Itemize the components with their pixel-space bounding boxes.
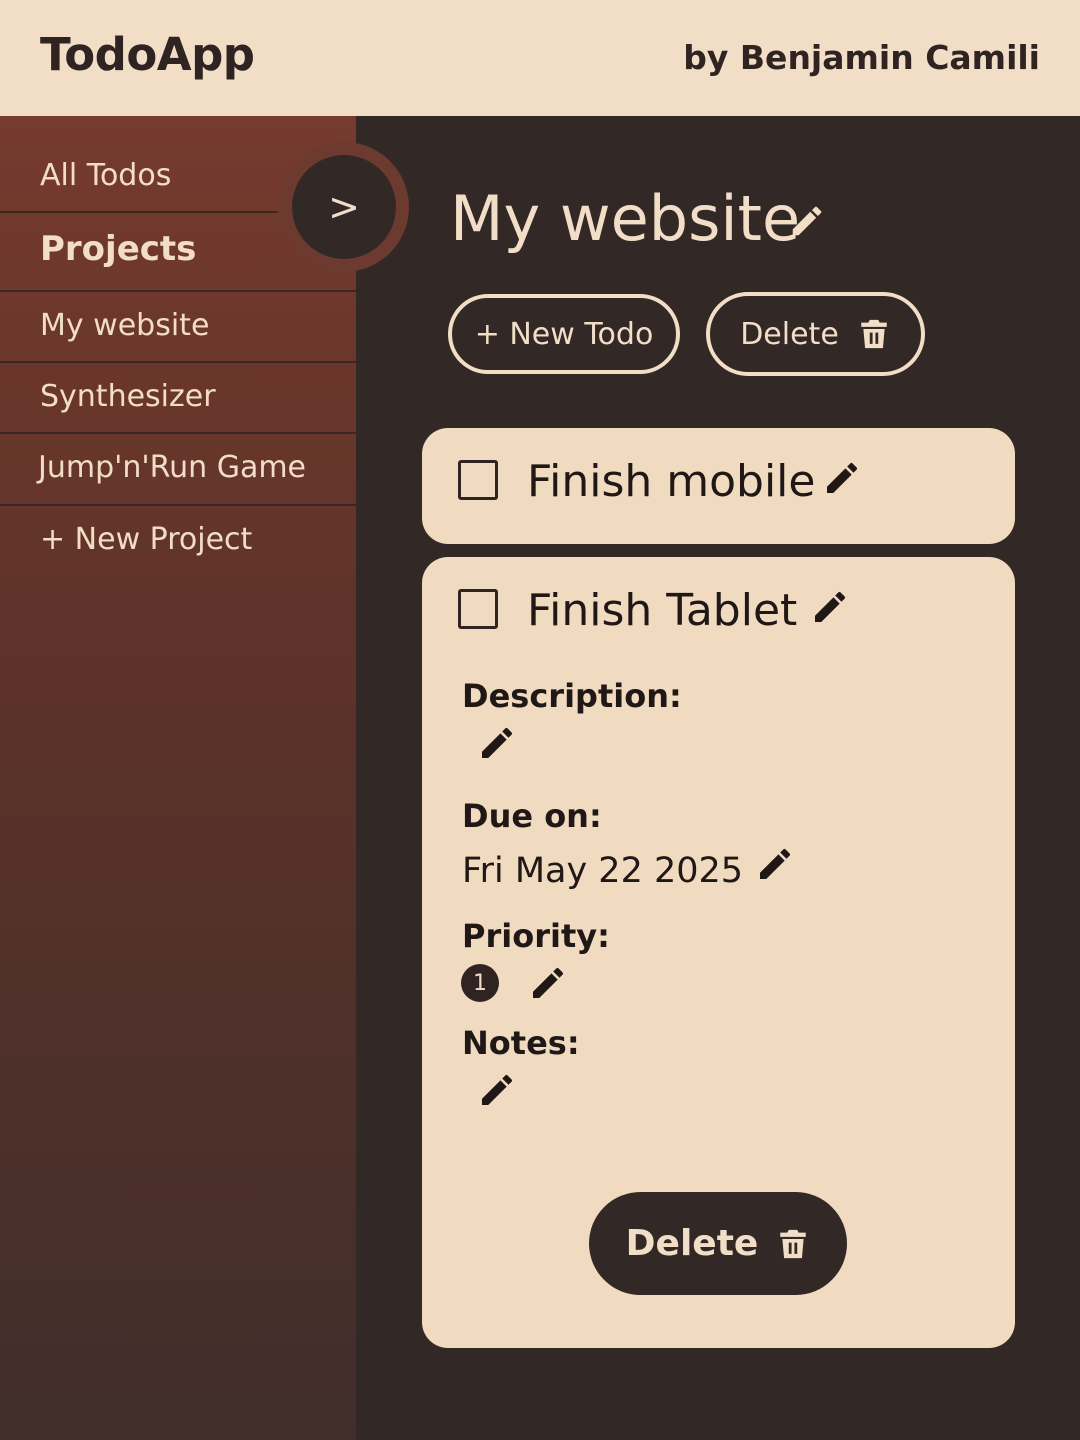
edit-project-title-pencil-icon[interactable] (788, 202, 826, 240)
trash-icon (780, 1229, 807, 1258)
todo-card[interactable]: Finish mobile (422, 428, 1015, 544)
sidebar-toggle-button[interactable]: > (292, 155, 396, 259)
edit-todo-title-pencil-icon[interactable] (822, 458, 862, 498)
delete-todo-button[interactable]: Delete (589, 1192, 847, 1295)
edit-due-date-pencil-icon[interactable] (755, 844, 795, 884)
delete-project-button[interactable]: Delete (706, 292, 925, 376)
sidebar-item-project[interactable]: My website (0, 292, 356, 363)
app-header: TodoApp by Benjamin Camili (0, 0, 1080, 116)
edit-priority-pencil-icon[interactable] (528, 963, 568, 1003)
description-label: Description: (462, 677, 682, 715)
new-project-button[interactable]: + New Project (0, 506, 356, 578)
sidebar-item-label: Synthesizer (40, 379, 216, 414)
priority-label: Priority: (462, 917, 610, 955)
sidebar-item-label: All Todos (40, 158, 172, 193)
project-title: My website (450, 182, 801, 255)
todo-title: Finish Tablet (527, 585, 798, 636)
sidebar-item-label: My website (40, 308, 210, 343)
edit-description-pencil-icon[interactable] (477, 723, 517, 763)
delete-project-label: Delete (740, 316, 839, 352)
priority-badge: 1 (461, 964, 499, 1002)
new-todo-button[interactable]: + New Todo (448, 294, 680, 374)
new-todo-label: + New Todo (474, 316, 654, 352)
sidebar-item-all-todos[interactable]: All Todos (0, 116, 278, 213)
todo-checkbox[interactable] (458, 589, 498, 629)
app-title: TodoApp (40, 28, 255, 81)
sidebar-item-project[interactable]: Synthesizer (0, 363, 356, 434)
projects-heading-label: Projects (40, 229, 197, 269)
new-project-label: + New Project (40, 522, 253, 557)
trash-icon (861, 319, 887, 349)
sidebar-item-label: Jump'n'Run Game (38, 450, 307, 485)
todo-title: Finish mobile (527, 456, 816, 507)
sidebar-item-project[interactable]: Jump'n'Run Game (0, 434, 356, 506)
notes-label: Notes: (462, 1024, 580, 1062)
todo-card-expanded: Finish Tablet Description: Due on: Fri M… (422, 557, 1015, 1348)
todo-checkbox[interactable] (458, 460, 498, 500)
edit-todo-title-pencil-icon[interactable] (810, 587, 850, 627)
author-credit: by Benjamin Camili (683, 38, 1040, 77)
delete-todo-label: Delete (625, 1223, 759, 1264)
due-date-value: Fri May 22 2025 (462, 851, 744, 891)
due-label: Due on: (462, 797, 602, 835)
edit-notes-pencil-icon[interactable] (477, 1070, 517, 1110)
chevron-right-icon: > (328, 185, 360, 229)
